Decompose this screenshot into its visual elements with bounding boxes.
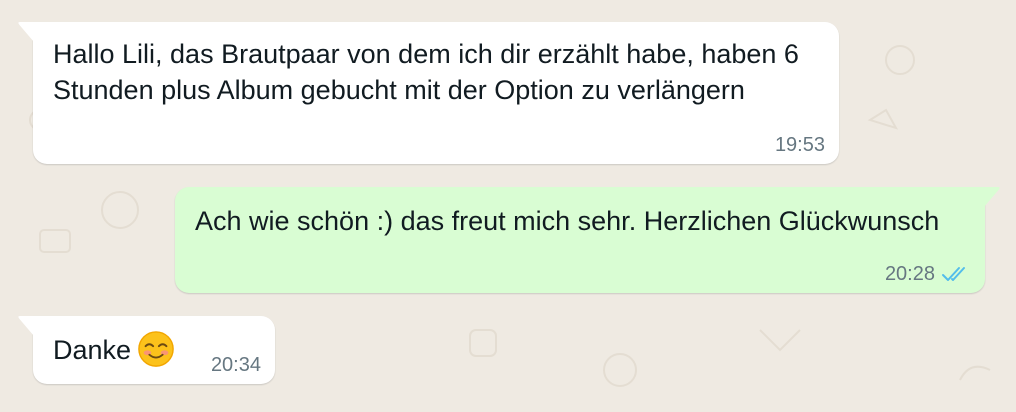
incoming-message[interactable]: Danke 20:34: [18, 316, 275, 384]
message-meta: 19:53: [775, 134, 825, 156]
message-timestamp: 20:34: [210, 354, 261, 376]
bubble-tail: [18, 316, 34, 336]
smiling-face-emoji: [138, 331, 174, 367]
bubble-tail: [984, 187, 1000, 207]
message-timestamp: 20:28: [884, 263, 935, 285]
outgoing-message[interactable]: Ach wie schön :) das freut mich sehr. He…: [175, 187, 1000, 293]
message-meta: 20:34: [211, 354, 261, 376]
message-text: Hallo Lili, das Brautpaar von dem ich di…: [53, 39, 799, 105]
message-timestamp: 19:53: [774, 134, 825, 156]
message-text: Ach wie schön :) das freut mich sehr. He…: [195, 206, 940, 236]
message-text: Danke: [53, 335, 132, 365]
double-check-icon: [942, 267, 965, 281]
incoming-message[interactable]: Hallo Lili, das Brautpaar von dem ich di…: [18, 22, 839, 164]
message-meta: 20:28: [885, 263, 971, 285]
bubble-tail: [18, 22, 34, 42]
